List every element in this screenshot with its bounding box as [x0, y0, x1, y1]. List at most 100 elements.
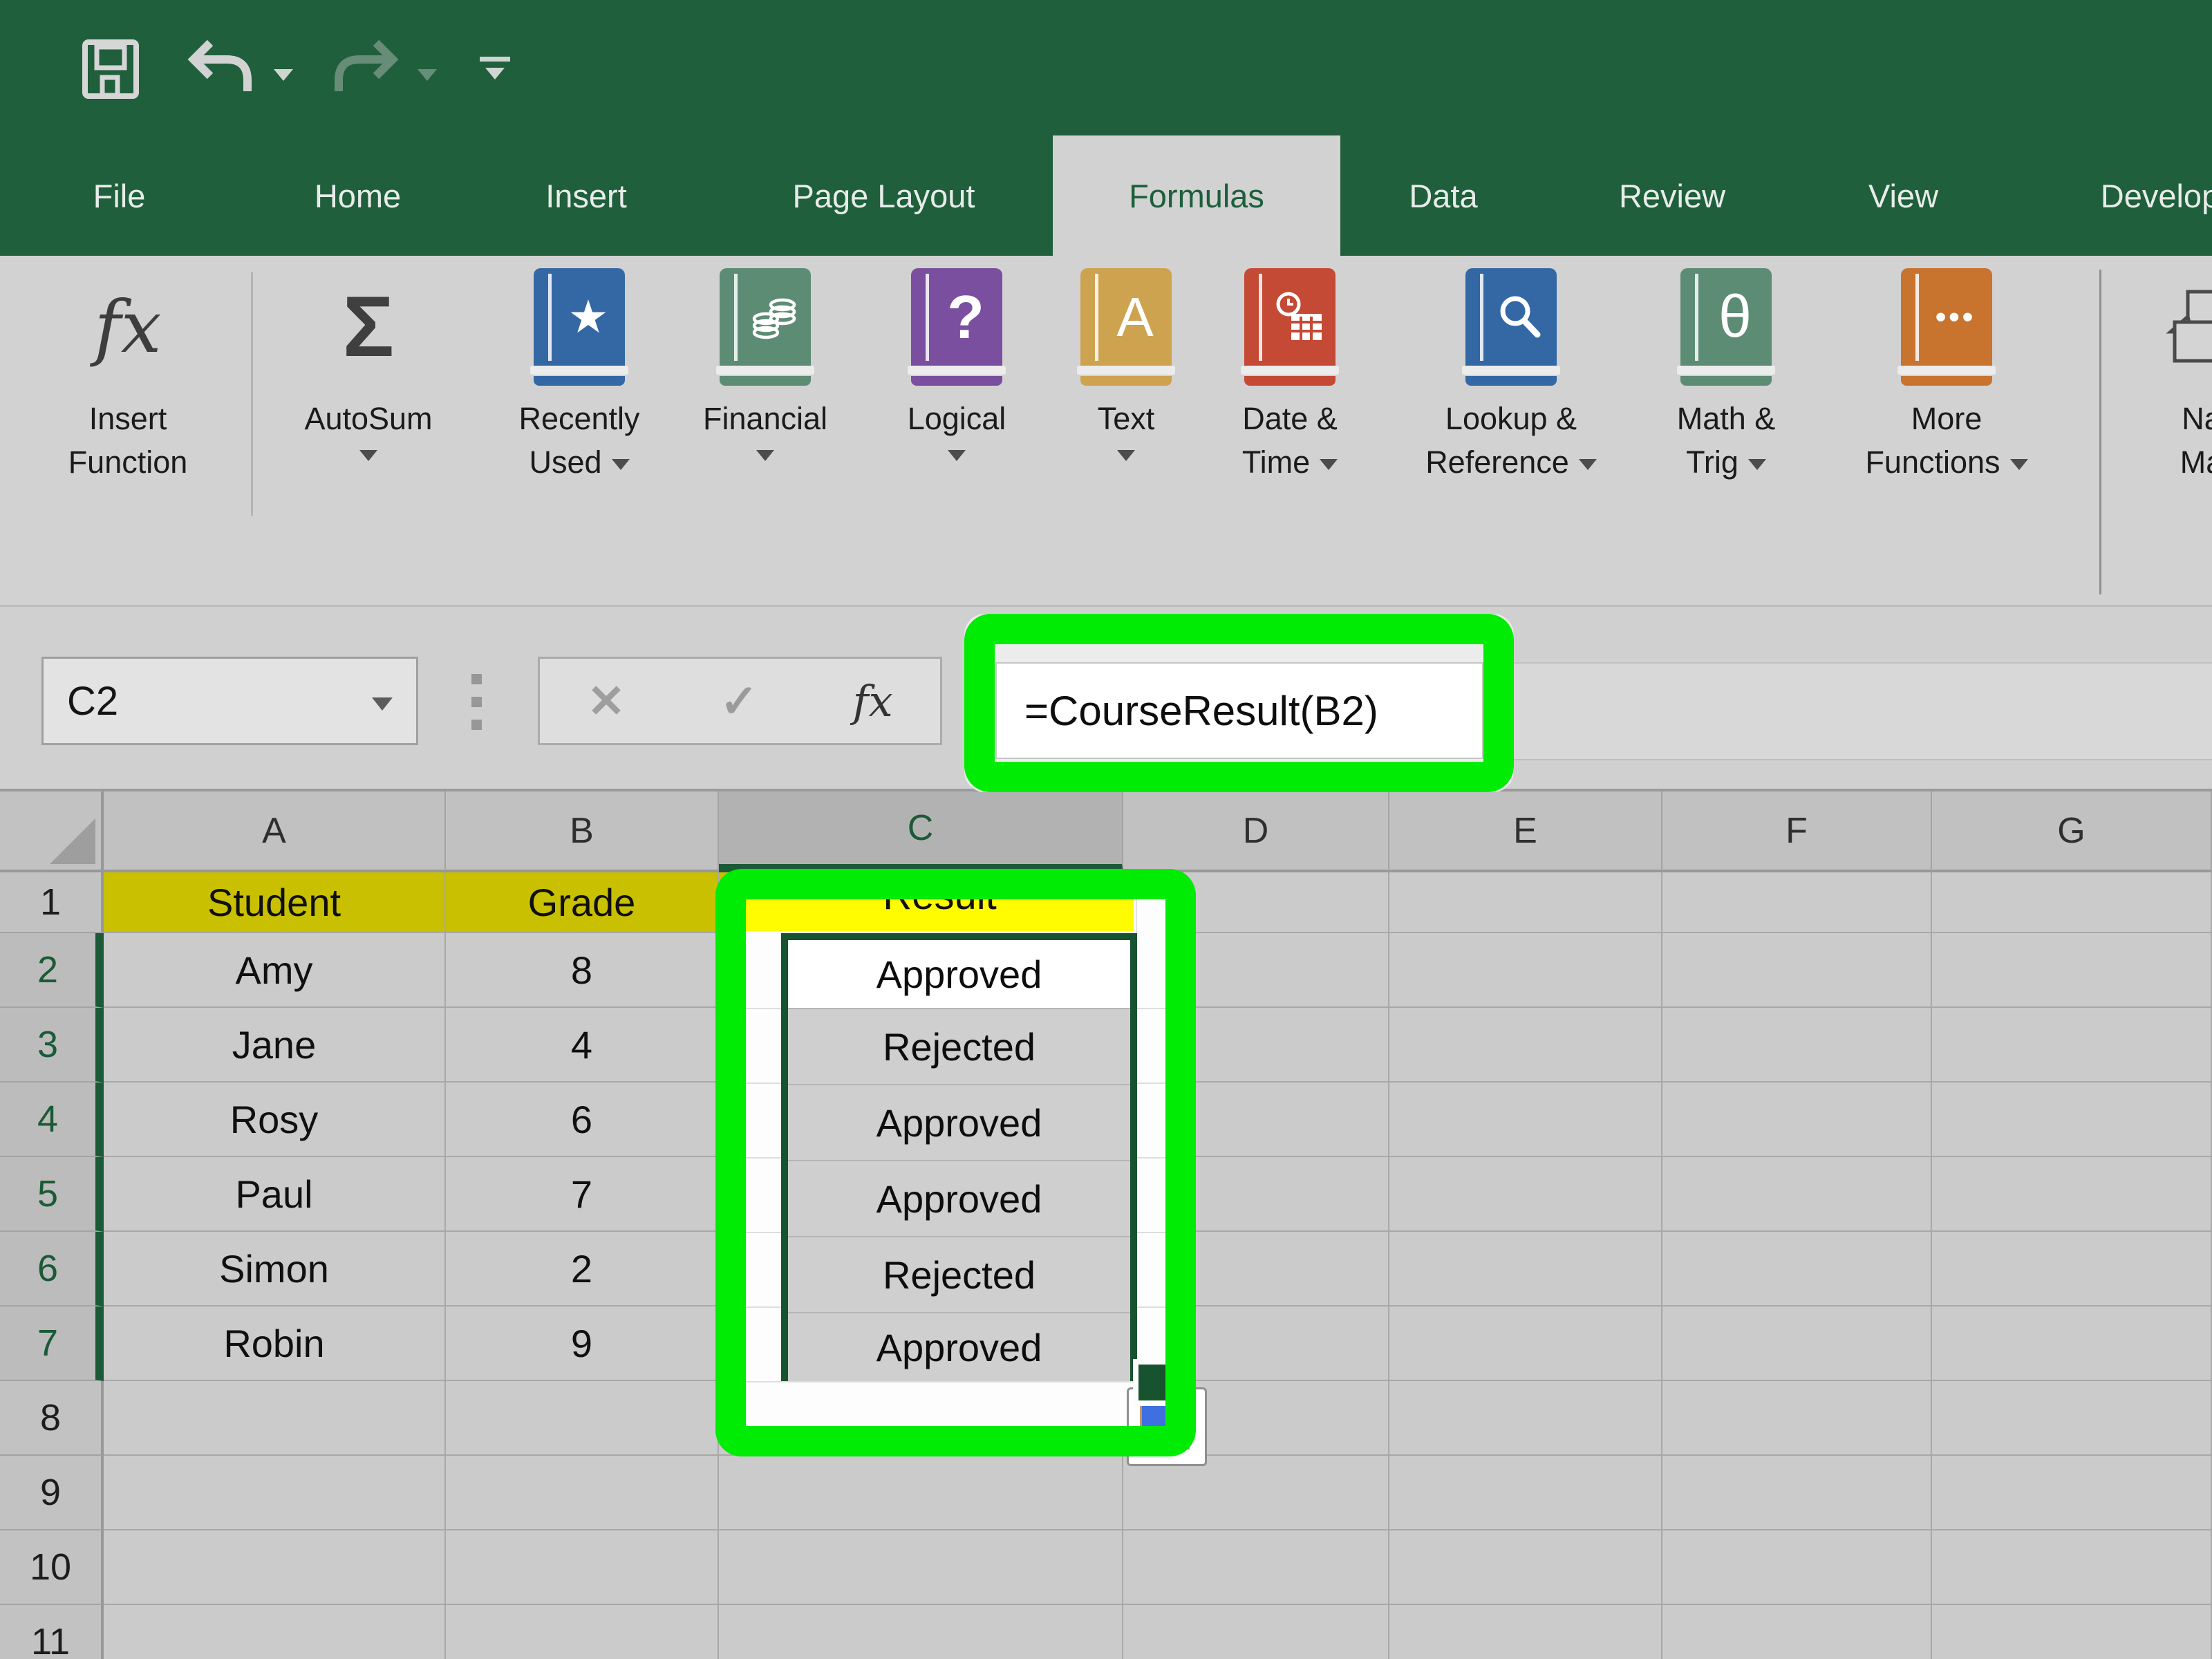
cell-A4[interactable]: Rosy — [104, 1082, 446, 1157]
column-header-C[interactable]: C — [719, 791, 1123, 872]
cell-B4[interactable]: 6 — [446, 1082, 719, 1157]
cell-B8[interactable] — [446, 1381, 719, 1456]
cell-G6[interactable] — [1932, 1232, 2212, 1306]
cell-D11[interactable] — [1123, 1605, 1389, 1659]
cell-F4[interactable] — [1662, 1082, 1932, 1157]
row-header-3[interactable]: 3 — [0, 1008, 104, 1082]
cell-B11[interactable] — [446, 1605, 719, 1659]
cell-A6[interactable]: Simon — [104, 1232, 446, 1306]
cell-G7[interactable] — [1932, 1306, 2212, 1381]
cell-F11[interactable] — [1662, 1605, 1932, 1659]
cell-G2[interactable] — [1932, 933, 2212, 1008]
dropdown-arrow-icon[interactable] — [948, 450, 966, 461]
row-header-4[interactable]: 4 — [0, 1082, 104, 1157]
cell-E7[interactable] — [1389, 1306, 1662, 1381]
dropdown-arrow-icon[interactable] — [1117, 450, 1135, 461]
ribbon-button-insert-function[interactable]: fx Insert Function — [10, 268, 245, 484]
cell-G10[interactable] — [1932, 1530, 2212, 1605]
cell-A10[interactable] — [104, 1530, 446, 1605]
enter-icon[interactable]: ✓ — [720, 675, 758, 728]
cell-C10[interactable] — [719, 1530, 1123, 1605]
select-all-corner[interactable] — [0, 791, 104, 872]
cell-B9[interactable] — [446, 1456, 719, 1530]
cell-B6[interactable]: 2 — [446, 1232, 719, 1306]
cell-G11[interactable] — [1932, 1605, 2212, 1659]
cell-E5[interactable] — [1389, 1157, 1662, 1232]
cell-E11[interactable] — [1389, 1605, 1662, 1659]
column-header-F[interactable]: F — [1662, 791, 1932, 872]
cell-A7[interactable]: Robin — [104, 1306, 446, 1381]
dropdown-arrow-icon[interactable] — [2009, 459, 2028, 470]
column-header-G[interactable]: G — [1932, 791, 2212, 872]
cell-E9[interactable] — [1389, 1456, 1662, 1530]
cell-F10[interactable] — [1662, 1530, 1932, 1605]
formula-bar-grip[interactable] — [471, 720, 482, 730]
name-box-dropdown-icon[interactable] — [372, 697, 393, 711]
formula-input-extension[interactable] — [1514, 662, 2212, 760]
ribbon-button-autosum[interactable]: Σ AutoSum — [251, 268, 486, 461]
cell-C11[interactable] — [719, 1605, 1123, 1659]
cell-E6[interactable] — [1389, 1232, 1662, 1306]
cell-B5[interactable]: 7 — [446, 1157, 719, 1232]
dropdown-arrow-icon[interactable] — [1747, 459, 1766, 470]
redo-dropdown-icon[interactable] — [418, 69, 437, 81]
cell-A5[interactable]: Paul — [104, 1157, 446, 1232]
cell-G4[interactable] — [1932, 1082, 2212, 1157]
cell-E10[interactable] — [1389, 1530, 1662, 1605]
cell-E4[interactable] — [1389, 1082, 1662, 1157]
undo-dropdown-icon[interactable] — [274, 69, 293, 81]
cell-G8[interactable] — [1932, 1381, 2212, 1456]
tab-insert[interactable]: Insert — [524, 135, 648, 256]
dropdown-arrow-icon[interactable] — [1320, 459, 1338, 470]
undo-button[interactable] — [185, 36, 254, 100]
cell-E1[interactable] — [1389, 872, 1662, 933]
name-box[interactable]: C2 — [41, 657, 418, 745]
dropdown-arrow-icon[interactable] — [359, 450, 377, 461]
column-header-D[interactable]: D — [1123, 791, 1389, 872]
formula-bar-grip[interactable] — [471, 674, 482, 684]
cell-E8[interactable] — [1389, 1381, 1662, 1456]
row-header-7[interactable]: 7 — [0, 1306, 104, 1381]
cell-F5[interactable] — [1662, 1157, 1932, 1232]
ribbon-button-lookup-reference[interactable]: Lookup & Reference — [1394, 268, 1629, 484]
cell-F7[interactable] — [1662, 1306, 1932, 1381]
column-header-B[interactable]: B — [446, 791, 719, 872]
save-icon[interactable] — [82, 39, 140, 100]
cell-B10[interactable] — [446, 1530, 719, 1605]
cell-C9[interactable] — [719, 1456, 1123, 1530]
cell-D9[interactable] — [1123, 1456, 1389, 1530]
row-header-10[interactable]: 10 — [0, 1530, 104, 1605]
tab-home[interactable]: Home — [294, 135, 422, 256]
row-header-9[interactable]: 9 — [0, 1456, 104, 1530]
dropdown-arrow-icon[interactable] — [1578, 459, 1597, 470]
redo-button[interactable] — [332, 36, 401, 100]
cell-B3[interactable]: 4 — [446, 1008, 719, 1082]
cell-A1[interactable]: Student — [104, 872, 446, 933]
column-header-A[interactable]: A — [104, 791, 446, 872]
cell-E2[interactable] — [1389, 933, 1662, 1008]
cell-B1[interactable]: Grade — [446, 872, 719, 933]
cell-F8[interactable] — [1662, 1381, 1932, 1456]
cell-F1[interactable] — [1662, 872, 1932, 933]
cell-A9[interactable] — [104, 1456, 446, 1530]
row-header-1[interactable]: 1 — [0, 872, 104, 933]
tab-formulas[interactable]: Formulas — [1053, 135, 1340, 256]
tab-view[interactable]: View — [1850, 135, 1957, 256]
cell-A3[interactable]: Jane — [104, 1008, 446, 1082]
ribbon-button-date-time[interactable]: Date & Time — [1172, 268, 1407, 484]
cell-G5[interactable] — [1932, 1157, 2212, 1232]
tab-data[interactable]: Data — [1391, 135, 1495, 256]
customize-quick-access-icon[interactable] — [480, 57, 510, 79]
cell-G9[interactable] — [1932, 1456, 2212, 1530]
row-header-5[interactable]: 5 — [0, 1157, 104, 1232]
cell-F9[interactable] — [1662, 1456, 1932, 1530]
cell-G1[interactable] — [1932, 872, 2212, 933]
row-header-6[interactable]: 6 — [0, 1232, 104, 1306]
cell-G3[interactable] — [1932, 1008, 2212, 1082]
cell-A2[interactable]: Amy — [104, 933, 446, 1008]
ribbon-button-more-functions[interactable]: ••• More Functions — [1829, 268, 2064, 484]
tab-review[interactable]: Review — [1594, 135, 1750, 256]
cell-F2[interactable] — [1662, 933, 1932, 1008]
tab-develop[interactable]: Develop — [2056, 135, 2212, 256]
column-header-E[interactable]: E — [1389, 791, 1662, 872]
